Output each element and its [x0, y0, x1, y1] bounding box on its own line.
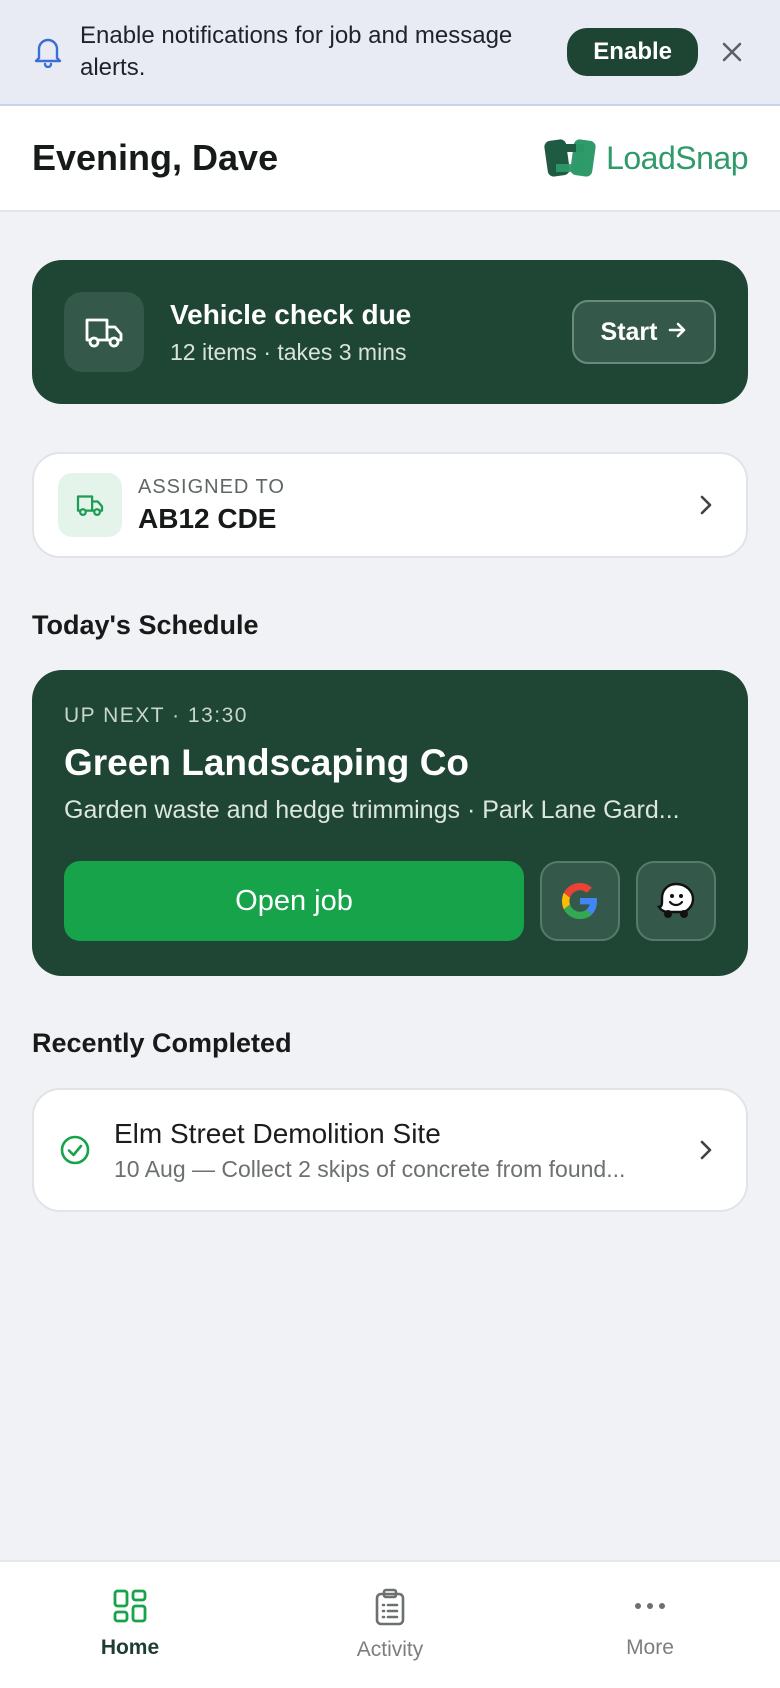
brand-logo: LoadSnap [542, 130, 748, 186]
chevron-right-icon [690, 489, 722, 521]
chevron-right-icon [690, 1134, 722, 1166]
close-icon[interactable] [712, 32, 752, 72]
logo-text: LoadSnap [606, 139, 748, 176]
completed-section-title: Recently Completed [32, 1028, 292, 1058]
truck-icon [58, 473, 122, 537]
open-job-button[interactable]: Open job [64, 861, 524, 941]
completed-job-name: Elm Street Demolition Site [114, 1117, 441, 1149]
bell-icon [30, 34, 66, 70]
schedule-section-title: Today's Schedule [32, 610, 259, 640]
notification-banner: Enable notifications for job and message… [0, 0, 780, 106]
waze-icon [656, 882, 695, 918]
greeting: Evening, Dave [32, 137, 279, 178]
more-icon [635, 1603, 665, 1609]
tab-activity[interactable]: Activity [260, 1562, 520, 1688]
tab-home[interactable]: Home [0, 1562, 260, 1688]
google-maps-icon [562, 883, 597, 919]
vehicle-registration: AB12 CDE [138, 502, 277, 534]
tab-more-label: More [626, 1636, 674, 1659]
tab-home-label: Home [100, 1636, 160, 1659]
completed-job-item[interactable]: Elm Street Demolition Site 10 Aug — Coll… [32, 1088, 748, 1212]
tab-activity-label: Activity [356, 1638, 424, 1661]
logo-mark-icon [544, 139, 596, 177]
vehicle-check-card[interactable]: Vehicle check due 12 items · takes 3 min… [32, 260, 748, 404]
app-header: Evening, Dave LoadSnap [0, 106, 780, 212]
start-label: Start [600, 317, 658, 346]
assigned-vehicle-card[interactable]: ASSIGNED TO AB12 CDE [32, 452, 748, 558]
vehicle-check-title: Vehicle check due [170, 298, 412, 330]
waze-button[interactable] [636, 861, 716, 941]
assigned-label: ASSIGNED TO [138, 475, 285, 498]
enable-notifications-button[interactable]: Enable [567, 28, 698, 76]
job-description: Garden waste and hedge trimmings · Park … [64, 796, 680, 824]
google-maps-button[interactable] [540, 861, 620, 941]
truck-icon [64, 292, 144, 372]
job-company: Green Landscaping Co [64, 742, 470, 783]
clipboard-icon [375, 1588, 405, 1626]
grid-icon [113, 1589, 147, 1623]
tab-more[interactable]: More [520, 1562, 780, 1688]
start-check-button[interactable]: Start [572, 300, 716, 364]
bottom-tab-bar: Home Activity More [0, 1560, 780, 1688]
check-circle-icon [58, 1133, 92, 1167]
up-next-job-card: UP NEXT · 13:30 Green Landscaping Co Gar… [32, 670, 748, 976]
banner-message: Enable notifications for job and message… [80, 22, 513, 81]
vehicle-check-subtitle: 12 items · takes 3 mins [170, 338, 407, 365]
completed-job-meta: 10 Aug — Collect 2 skips of concrete fro… [114, 1155, 626, 1182]
arrow-right-icon [667, 318, 687, 347]
up-next-time: UP NEXT · 13:30 [64, 704, 248, 727]
